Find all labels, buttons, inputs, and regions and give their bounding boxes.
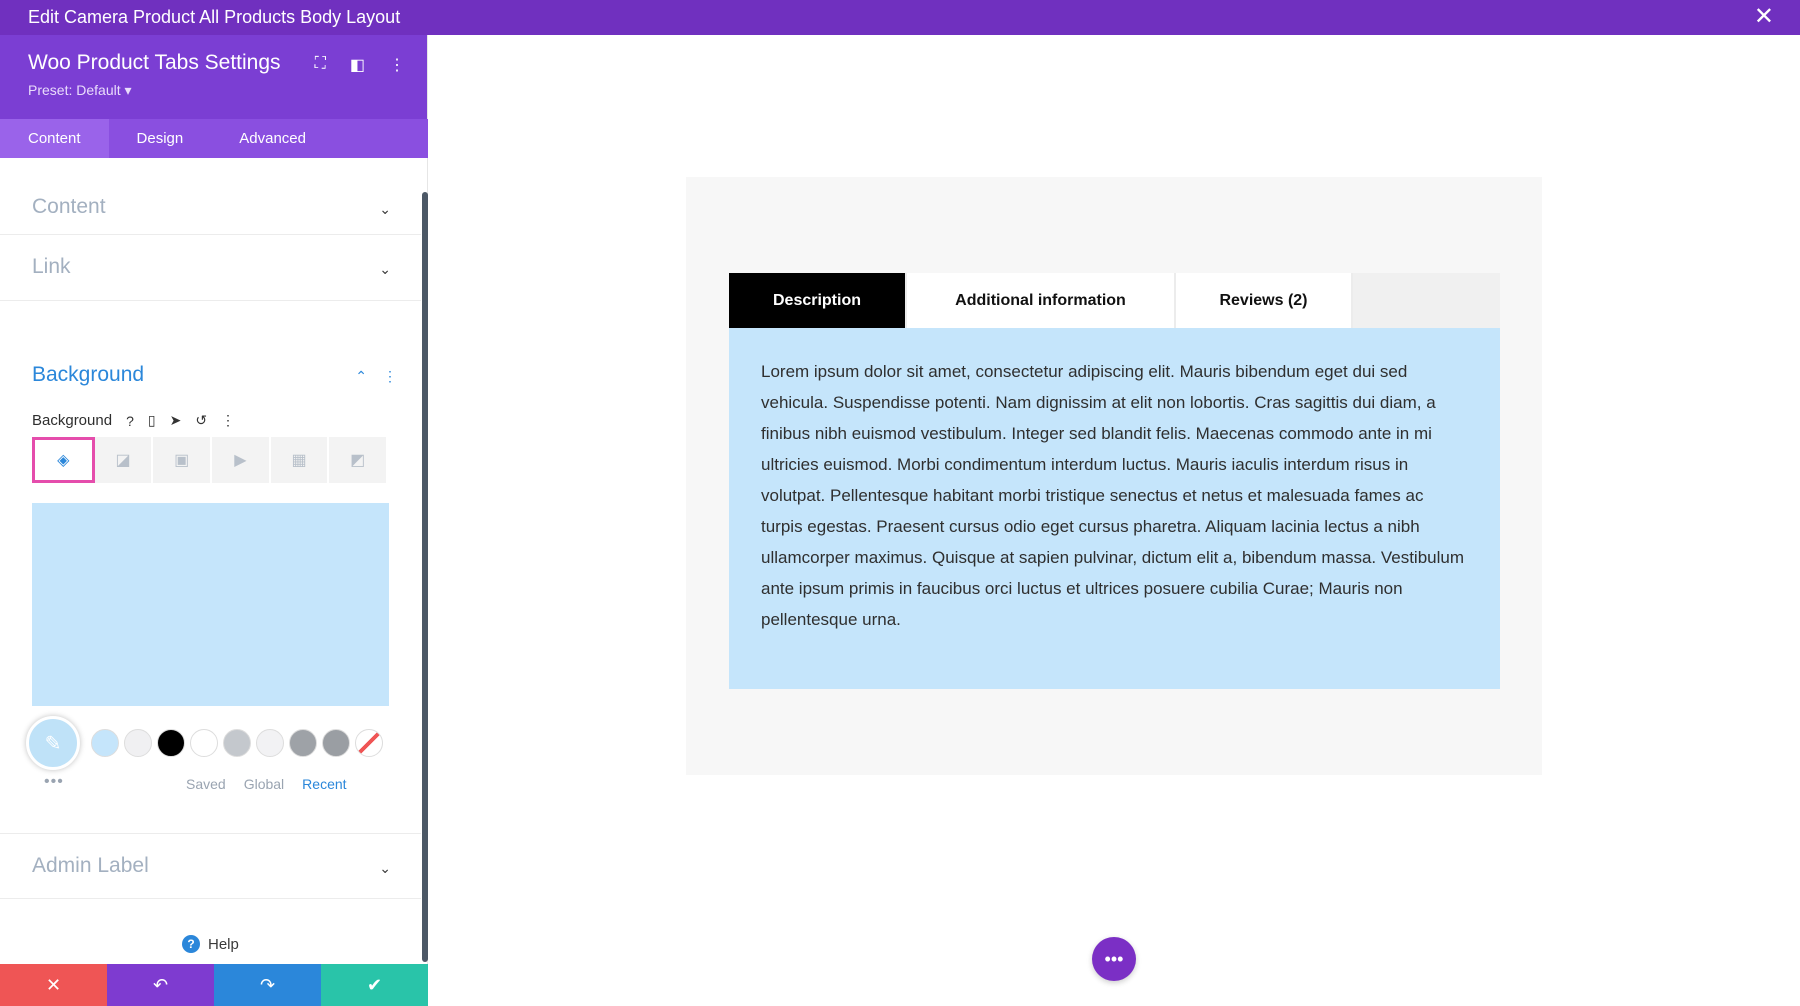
redo-button[interactable]: ↷ — [214, 964, 321, 1006]
eyedropper-icon[interactable]: ✎ — [26, 716, 80, 770]
panel-scrollbar[interactable] — [422, 192, 428, 962]
image-icon[interactable]: ▣ — [153, 437, 213, 483]
section-content[interactable]: Content ⌄ — [0, 175, 421, 235]
window-titlebar: Edit Camera Product All Products Body La… — [0, 0, 1800, 35]
palette-tab-global[interactable]: Global — [244, 776, 284, 792]
swatch-light-blue[interactable] — [91, 729, 119, 757]
palette-tab-recent[interactable]: Recent — [302, 776, 346, 792]
swatch-white[interactable] — [190, 729, 218, 757]
section-admin-label[interactable]: Admin Label ⌄ — [0, 833, 421, 899]
more-icon[interactable]: ⋮ — [383, 368, 397, 385]
gradient-icon[interactable]: ◪ — [95, 437, 154, 483]
pattern-icon[interactable]: ▦ — [271, 437, 330, 483]
chevron-up-icon[interactable]: ⌃ — [355, 368, 367, 385]
swatch-black[interactable] — [157, 729, 185, 757]
help-label: Help — [208, 935, 239, 953]
cursor-icon[interactable]: ➤ — [170, 412, 182, 429]
tab-design[interactable]: Design — [109, 119, 212, 158]
section-background-title[interactable]: Background — [32, 363, 144, 387]
reset-icon[interactable]: ↺ — [195, 412, 207, 429]
palette-tabs: Saved Global Recent — [186, 776, 347, 792]
color-swatches: ✎ — [26, 716, 383, 770]
background-label: Background — [32, 412, 113, 429]
section-admin-label-title: Admin Label — [32, 854, 149, 877]
tab-content[interactable]: Content — [0, 119, 109, 158]
action-bar: ✕ ↶ ↷ ✔ — [0, 964, 428, 1006]
tab-description[interactable]: Description — [729, 273, 907, 328]
background-field-label: Background ? ▯ ➤ ↺ ⋮ — [32, 412, 235, 429]
window-title: Edit Camera Product All Products Body La… — [28, 7, 401, 27]
panel-title: Woo Product Tabs Settings — [28, 51, 281, 74]
fullscreen-icon[interactable]: ⛶ — [315, 55, 326, 75]
section-content-title: Content — [32, 195, 106, 218]
help-icon: ? — [182, 935, 200, 953]
undo-button[interactable]: ↶ — [107, 964, 214, 1006]
swatch-dark-gray-2[interactable] — [322, 729, 350, 757]
save-button[interactable]: ✔ — [321, 964, 428, 1006]
settings-panel: Woo Product Tabs Settings Preset: Defaul… — [0, 35, 428, 1006]
palette-tab-saved[interactable]: Saved — [186, 776, 226, 792]
tab-reviews[interactable]: Reviews (2) — [1176, 273, 1353, 328]
more-icon[interactable]: ⋮ — [221, 412, 235, 429]
swatch-gray[interactable] — [223, 729, 251, 757]
tab-description-content: Lorem ipsum dolor sit amet, consectetur … — [729, 328, 1500, 689]
tab-advanced[interactable]: Advanced — [211, 119, 334, 158]
swatch-light-gray[interactable] — [124, 729, 152, 757]
tab-additional-information[interactable]: Additional information — [907, 273, 1176, 328]
section-link[interactable]: Link ⌄ — [0, 235, 421, 301]
chevron-down-icon[interactable]: ⌄ — [379, 201, 391, 218]
help-link[interactable]: ? Help — [182, 935, 239, 953]
more-options-button[interactable]: ••• — [1092, 937, 1136, 981]
mask-icon[interactable]: ◩ — [329, 437, 389, 483]
close-icon[interactable]: ✕ — [1754, 0, 1774, 34]
more-icon[interactable]: ⋮ — [389, 55, 405, 75]
mobile-icon[interactable]: ▯ — [148, 412, 156, 429]
paint-bucket-icon[interactable]: ◈ — [32, 437, 95, 483]
color-preview[interactable] — [32, 503, 389, 706]
chevron-down-icon[interactable]: ⌄ — [379, 261, 391, 278]
preset-selector[interactable]: Preset: Default ▾ — [28, 82, 132, 99]
swatch-none[interactable] — [355, 729, 383, 757]
help-icon[interactable]: ? — [126, 413, 134, 429]
split-view-icon[interactable]: ◧ — [350, 55, 365, 75]
swatch-dark-gray[interactable] — [289, 729, 317, 757]
chevron-down-icon[interactable]: ⌄ — [379, 860, 391, 877]
discard-button[interactable]: ✕ — [0, 964, 107, 1006]
panel-tabs: Content Design Advanced — [0, 119, 428, 158]
swatch-off-white[interactable] — [256, 729, 284, 757]
section-link-title: Link — [32, 255, 71, 278]
video-icon[interactable]: ▶ — [212, 437, 271, 483]
background-type-tabs: ◈ ◪ ▣ ▶ ▦ ◩ — [32, 437, 389, 483]
product-tabs: Description Additional information Revie… — [729, 273, 1500, 328]
more-icon[interactable]: ••• — [44, 773, 64, 791]
